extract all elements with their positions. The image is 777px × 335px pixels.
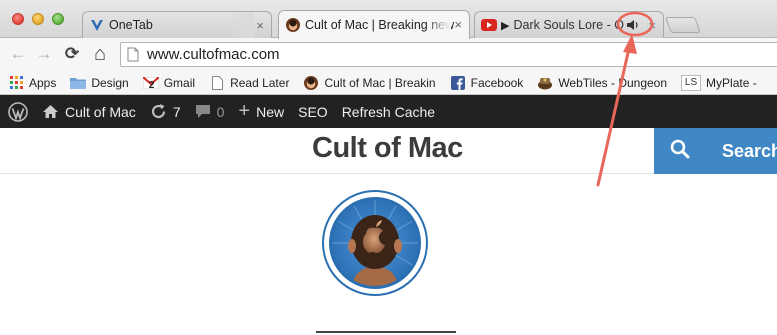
site-title[interactable]: Cult of Mac: [312, 132, 463, 165]
content-divider: [316, 331, 456, 333]
adminbar-site-link[interactable]: Cult of Mac: [42, 104, 136, 120]
bookmark-label: Gmail: [163, 75, 196, 90]
onetab-icon: [89, 17, 105, 33]
adminbar-comments[interactable]: 0: [195, 103, 225, 120]
comment-bubble-icon: [195, 104, 211, 119]
zoom-window-button[interactable]: [52, 13, 64, 25]
tab-cult-of-mac[interactable]: Cult of Mac | Breaking new ×: [278, 10, 470, 39]
tab-close-icon[interactable]: ×: [454, 17, 462, 32]
comments-count: 0: [216, 103, 225, 120]
reload-icon[interactable]: ⟳: [62, 44, 82, 64]
wordpress-logo-icon[interactable]: [8, 101, 28, 122]
cultofmac-icon: [303, 75, 319, 91]
search-button[interactable]: Search: [654, 128, 777, 174]
playing-indicator: ▶: [501, 19, 510, 32]
browser-title-bar: OneTab × Cult of Mac | Breaking new × ▶ …: [0, 0, 777, 39]
search-label: Search: [722, 140, 777, 161]
minimize-window-button[interactable]: [32, 13, 44, 25]
apps-grid-icon: [8, 75, 24, 91]
close-window-button[interactable]: [12, 13, 24, 25]
bookmark-webtiles[interactable]: WebTiles - Dungeon: [537, 75, 667, 91]
plus-icon: +: [238, 100, 251, 122]
tab-dark-souls-lore[interactable]: ▶ Dark Souls Lore - O ×: [474, 11, 664, 38]
bookmark-design[interactable]: Design: [70, 75, 129, 91]
site-name-label: Cult of Mac: [65, 103, 136, 120]
bookmark-gmail[interactable]: 2 Gmail: [142, 75, 196, 91]
browser-toolbar: ← → ⟳ ⌂ www.cultofmac.com: [0, 38, 777, 71]
site-header: Cult of Mac Search: [0, 128, 777, 174]
tab-onetab[interactable]: OneTab ×: [82, 11, 272, 38]
bookmark-label: MyPlate -: [706, 75, 757, 90]
bookmark-label: WebTiles - Dungeon: [558, 75, 668, 90]
bookmark-read-later[interactable]: Read Later: [209, 75, 289, 91]
adminbar-refresh-cache[interactable]: Refresh Cache: [342, 104, 435, 120]
page-icon: [209, 75, 225, 91]
bookmark-facebook[interactable]: Facebook: [450, 75, 524, 91]
bookmark-label: Design: [91, 75, 129, 90]
webtiles-icon: [537, 75, 553, 91]
tab-close-icon[interactable]: ×: [648, 18, 656, 33]
bookmarks-bar: Apps Design 2 Gmail Read Later Cult of M…: [0, 71, 777, 95]
cultofmac-icon: [285, 17, 301, 33]
facebook-icon: [450, 75, 466, 91]
folder-icon: [70, 75, 87, 91]
bookmark-label: Facebook: [470, 75, 524, 90]
home-icon[interactable]: ⌂: [90, 43, 110, 65]
page-icon: [127, 47, 139, 62]
gmail-icon: 2: [142, 75, 159, 91]
adminbar-seo[interactable]: SEO: [298, 104, 328, 120]
updates-count: 7: [172, 103, 181, 120]
ls-icon: LS: [681, 74, 702, 91]
url-text: www.cultofmac.com: [147, 46, 280, 63]
seo-label: SEO: [298, 103, 328, 120]
bookmark-label: Read Later: [230, 75, 290, 90]
new-tab-button[interactable]: [665, 17, 701, 33]
bookmark-cult-of-mac[interactable]: Cult of Mac | Breakin: [303, 75, 436, 91]
address-bar[interactable]: www.cultofmac.com: [120, 42, 777, 67]
new-label: New: [256, 103, 285, 120]
tab-close-icon[interactable]: ×: [256, 18, 264, 33]
cult-of-mac-logo-avatar[interactable]: [322, 190, 428, 296]
youtube-icon: [481, 17, 497, 33]
refresh-cache-label: Refresh Cache: [341, 103, 436, 120]
search-icon: [670, 139, 690, 164]
bookmark-myplate[interactable]: LS MyPlate -: [681, 74, 757, 91]
bookmark-label: Apps: [29, 75, 57, 90]
wordpress-admin-bar: Cult of Mac 7 0 + New SEO Refresh Cache: [0, 95, 777, 128]
refresh-icon: [150, 103, 167, 120]
bookmark-apps[interactable]: Apps: [8, 75, 56, 91]
speaker-icon[interactable]: [626, 19, 640, 31]
gmail-badge: 2: [148, 79, 155, 91]
back-arrow-icon[interactable]: ←: [8, 44, 28, 64]
adminbar-updates[interactable]: 7: [150, 103, 181, 120]
forward-arrow-icon[interactable]: →: [34, 44, 54, 64]
adminbar-new[interactable]: + New: [238, 100, 284, 123]
bookmark-label: Cult of Mac | Breakin: [324, 75, 436, 90]
home-icon: [42, 104, 59, 119]
